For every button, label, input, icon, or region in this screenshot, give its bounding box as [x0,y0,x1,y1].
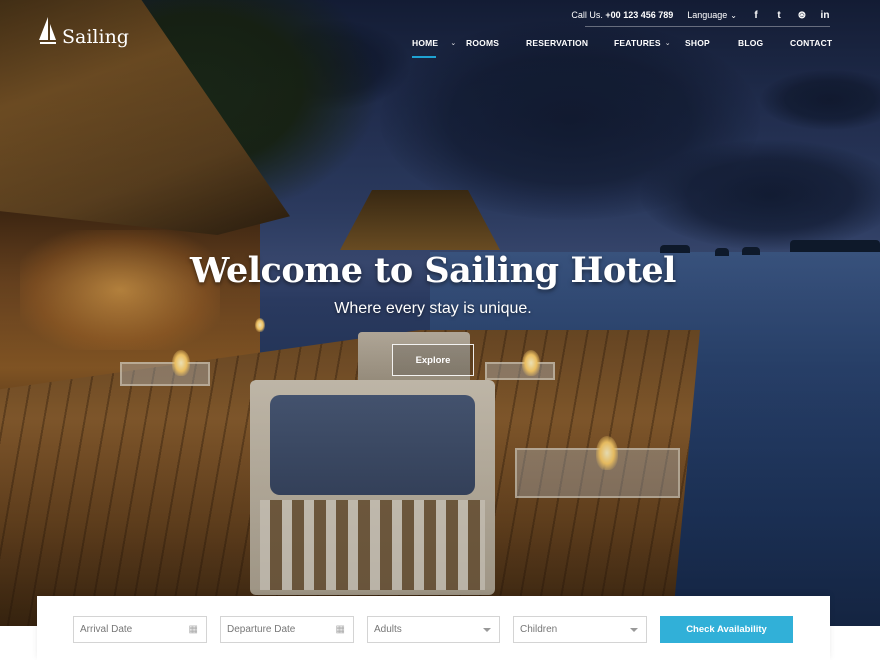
nav-label: SHOP [685,38,710,48]
site-logo[interactable]: Sailing [38,16,129,48]
language-selector[interactable]: Language ⌄ [687,10,737,20]
nav-item-blog[interactable]: BLOG [738,38,763,48]
arrival-placeholder: Arrival Date [80,624,133,635]
sailboat-icon [39,17,56,44]
nav-item-features[interactable]: FEATURES ⌄ [614,38,671,48]
caret-down-icon [630,627,638,632]
booking-form: Arrival Date ▦ Departure Date ▦ Adults C… [37,596,830,660]
adults-select[interactable]: Adults [367,616,500,643]
nav-item-contact[interactable]: CONTACT [790,38,832,48]
nav-label: BLOG [738,38,764,48]
children-label: Children [520,624,558,635]
adults-label: Adults [374,624,402,635]
twitter-icon[interactable]: t [774,10,784,21]
phone-number[interactable]: +00 123 456 789 [605,10,673,20]
active-indicator [412,56,436,58]
nav-label: HOME [412,38,439,48]
top-bar: Call Us. +00 123 456 789 Language ⌄ f t … [571,8,830,22]
hero-title: Welcome to Sailing Hotel [190,250,676,291]
header-divider [585,26,830,27]
nav-item-shop[interactable]: SHOP [685,38,710,48]
chevron-down-icon: ⌄ [730,10,737,20]
explore-button[interactable]: Explore [392,344,474,376]
tripadvisor-icon[interactable]: ⊛ [797,10,807,21]
arrival-date-field[interactable]: Arrival Date ▦ [73,616,207,643]
nav-label: ROOMS [466,38,500,48]
departure-placeholder: Departure Date [227,624,296,635]
calendar-icon: ▦ [188,624,198,635]
linkedin-icon[interactable]: in [820,10,830,21]
call-label: Call Us. [571,10,603,20]
hero-subtitle: Where every stay is unique. [334,300,532,317]
nav-label: CONTACT [790,38,833,48]
facebook-icon[interactable]: f [751,10,761,21]
call-us[interactable]: Call Us. +00 123 456 789 [571,10,673,20]
departure-date-field[interactable]: Departure Date ▦ [220,616,354,643]
nav-item-rooms[interactable]: ROOMS [466,38,499,48]
nav-item-reservation[interactable]: RESERVATION [526,38,588,48]
nav-item-home[interactable]: HOME ⌄ [412,38,456,48]
nav-label: FEATURES [614,38,661,48]
brand-name: Sailing [62,26,129,48]
check-availability-button[interactable]: Check Availability [660,616,793,643]
social-links: f t ⊛ in [751,10,830,21]
caret-down-icon [483,627,491,632]
chevron-down-icon: ⌄ [664,40,671,47]
language-label: Language [687,10,728,20]
nav-label: RESERVATION [526,38,589,48]
children-select[interactable]: Children [513,616,647,643]
calendar-icon: ▦ [335,624,345,635]
chevron-down-icon: ⌄ [450,40,457,47]
